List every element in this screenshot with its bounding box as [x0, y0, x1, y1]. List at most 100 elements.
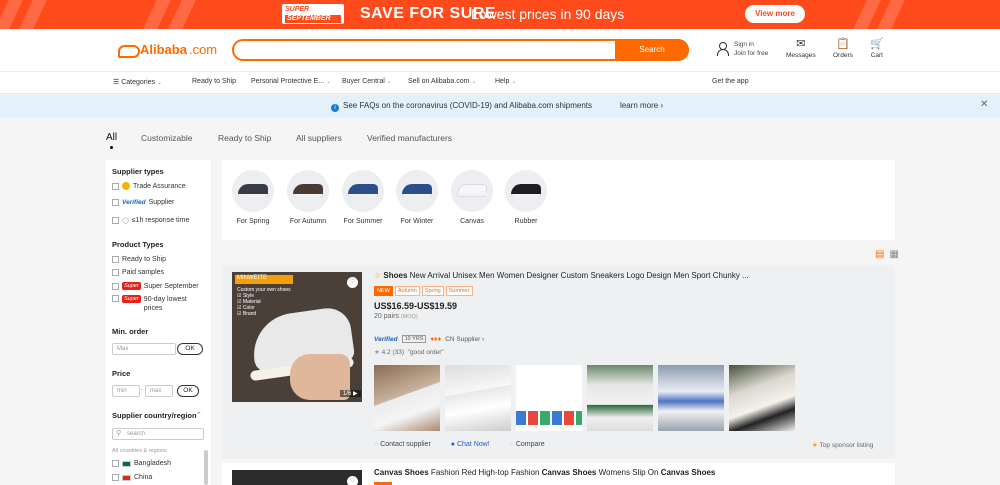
contact-supplier-button[interactable]: ○ Contact supplier [374, 441, 431, 448]
tab-verified-manufacturers[interactable]: Verified manufacturers [367, 133, 452, 143]
nav-ready-to-ship[interactable]: Ready to Ship [192, 78, 236, 85]
chevron-up-icon[interactable]: ⌃ [196, 411, 202, 419]
product-title[interactable]: Canvas Shoes Fashion Red High-top Fashio… [374, 468, 715, 477]
product-thumbnails [374, 365, 795, 431]
close-icon[interactable]: ✕ [980, 99, 988, 110]
tab-customizable[interactable]: Customizable [141, 133, 193, 143]
checkbox[interactable] [112, 474, 119, 481]
lowest-prices-filter[interactable]: Super 90-day lowest prices [112, 295, 187, 313]
tag-autumn: Autumn [394, 286, 420, 296]
clock-icon: ◯ [122, 218, 129, 224]
product-thumbnail[interactable] [516, 365, 582, 431]
product-actions: ○ Contact supplier ● Chat Now! ○ Compare [374, 441, 545, 448]
tab-all[interactable]: All [106, 132, 117, 149]
compare-button[interactable]: ○ Compare [510, 441, 545, 448]
verified-badge: Verified [374, 335, 398, 343]
chat-now-button[interactable]: ● Chat Now! [451, 441, 490, 448]
super-september-filter[interactable]: Super Super September [112, 282, 199, 290]
filter-sidebar: Supplier types Trade Assurance Verified … [106, 160, 211, 485]
tab-all-suppliers[interactable]: All suppliers [296, 133, 342, 143]
product-title[interactable]: ☆ Shoes New Arrival Unisex Men Women Des… [374, 271, 884, 280]
category-rubber[interactable]: Rubber [499, 170, 553, 225]
nav-help[interactable]: Help ⌄ [495, 78, 516, 85]
country-search-input[interactable]: search [112, 428, 204, 440]
list-view-icon[interactable]: ▤ [875, 249, 884, 260]
learn-more-link[interactable]: learn more › [620, 101, 663, 110]
category-for-autumn[interactable]: For Autumn [281, 170, 335, 225]
checkbox[interactable] [112, 460, 119, 467]
nav-sell-on-alibaba[interactable]: Sell on Alibaba.com ⌄ [408, 78, 476, 85]
chat-icon: ● [450, 441, 456, 448]
super-badge: Super [122, 282, 141, 290]
promo-banner[interactable]: SUPER SEPTEMBER SAVE FOR SURE Lowest pri… [0, 0, 1000, 29]
ready-to-ship-filter[interactable]: Ready to Ship [112, 256, 166, 263]
messages-button[interactable]: ✉ Messages [786, 38, 816, 59]
min-order-input[interactable]: Max [112, 343, 176, 355]
nav-buyer-central[interactable]: Buyer Central ⌄ [342, 78, 392, 85]
categories-menu[interactable]: ☰ Categories ⌄ [113, 78, 162, 86]
search-button[interactable]: Search [615, 39, 689, 61]
country-bangladesh-filter[interactable]: Bangladesh [112, 460, 171, 467]
paid-samples-filter[interactable]: Paid samples [112, 269, 164, 276]
heart-icon[interactable]: ♡ [347, 277, 358, 288]
price-heading: Price [112, 369, 131, 378]
category-strip: For Spring For Autumn For Summer For Win… [222, 160, 895, 240]
product-thumbnail[interactable] [587, 365, 653, 431]
product-card[interactable]: ♡ Canvas Shoes Fashion Red High-top Fash… [222, 463, 895, 485]
menu-icon: ☰ [113, 79, 120, 86]
view-more-button[interactable]: View more [745, 5, 805, 23]
product-thumbnail[interactable] [445, 365, 511, 431]
star-icon: ★ [374, 349, 380, 356]
heart-icon[interactable]: ♡ [347, 476, 358, 485]
category-for-spring[interactable]: For Spring [226, 170, 280, 225]
tag-summer: Summer [445, 286, 473, 296]
category-for-winter[interactable]: For Winter [390, 170, 444, 225]
get-the-app-link[interactable]: Get the app [712, 78, 749, 85]
price-min-input[interactable]: min [112, 385, 140, 397]
nav-personal-protective[interactable]: Personal Protective E... ⌄ [251, 78, 331, 85]
supplier-country-link[interactable]: CN Supplier › [445, 336, 484, 343]
diamond-rating-icon: ♦♦♦ [430, 335, 442, 343]
category-for-summer[interactable]: For Summer [336, 170, 390, 225]
checkbox[interactable] [112, 199, 119, 206]
country-list-scrollbar[interactable] [204, 450, 208, 485]
verified-supplier-filter[interactable]: Verified Supplier [112, 199, 174, 206]
site-header: Alibaba .com Search Sign in Join for free… [0, 29, 1000, 72]
product-image[interactable] [232, 470, 362, 485]
tag-spring: Spring [421, 286, 444, 296]
cart-button[interactable]: 🛒 Cart [870, 38, 884, 59]
checkbox[interactable] [112, 256, 119, 263]
info-message: i See FAQs on the coronavirus (COVID-19) … [331, 101, 592, 112]
product-image[interactable]: MINWEITE Custom your own shoes ☑ Style ☑… [232, 272, 362, 402]
response-time-filter[interactable]: ◯ ≤1h response time [112, 217, 189, 224]
checkbox[interactable] [112, 182, 119, 190]
trade-assurance-filter[interactable]: Trade Assurance [112, 182, 186, 190]
price-max-input[interactable]: max [145, 385, 173, 397]
orders-button[interactable]: 📋 Orders [833, 38, 853, 59]
years-badge: 10 YRS [401, 335, 427, 343]
alibaba-logo[interactable]: Alibaba .com [118, 42, 217, 58]
shoe-icon [238, 184, 268, 197]
grid-view-icon[interactable]: ▦ [889, 249, 898, 260]
category-canvas[interactable]: Canvas [445, 170, 499, 225]
user-icon [716, 42, 729, 56]
search-input[interactable] [242, 43, 612, 57]
country-heading: Supplier country/region [112, 411, 197, 420]
checkbox[interactable] [112, 295, 119, 302]
product-thumbnail[interactable] [374, 365, 440, 431]
product-card[interactable]: MINWEITE Custom your own shoes ☑ Style ☑… [222, 265, 895, 458]
checkbox[interactable] [112, 282, 119, 290]
country-china-filter[interactable]: China [112, 474, 152, 481]
product-thumbnail[interactable] [729, 365, 795, 431]
category-image [451, 170, 493, 212]
min-order-ok-button[interactable]: OK [177, 343, 203, 355]
tab-ready-to-ship[interactable]: Ready to Ship [218, 133, 271, 143]
product-thumbnail[interactable] [658, 365, 724, 431]
checkbox[interactable] [112, 269, 119, 276]
product-rating: ★ 4.2 (33) "good order" [374, 349, 444, 356]
image-text: Custom your own shoes ☑ Style ☑ Material… [237, 287, 291, 317]
sign-in-link[interactable]: Sign in Join for free [716, 40, 768, 58]
checkbox[interactable] [112, 217, 119, 224]
shoe-icon [511, 184, 541, 197]
price-ok-button[interactable]: OK [177, 385, 199, 397]
